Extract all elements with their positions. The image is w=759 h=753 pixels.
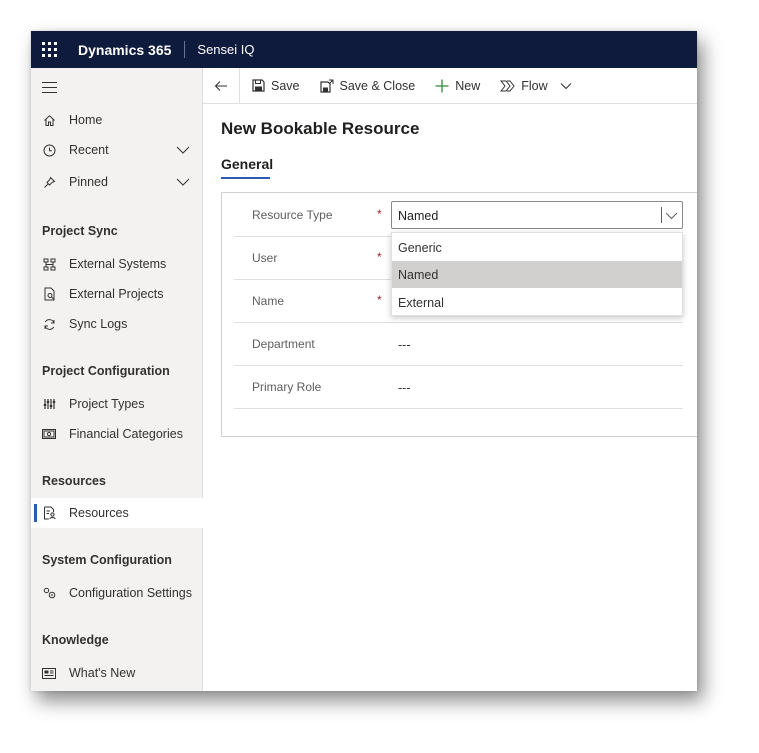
required-indicator: *	[377, 250, 382, 264]
plus-icon	[435, 79, 449, 93]
tab-general[interactable]: General	[221, 156, 273, 172]
clock-icon	[42, 143, 56, 157]
command-bar: Save Save & Close New Flow	[203, 67, 697, 104]
sidebar-item-configuration-settings[interactable]: Configuration Settings	[31, 578, 203, 608]
sidebar-item-pinned[interactable]: Pinned	[31, 167, 203, 197]
news-icon	[42, 666, 56, 680]
chevron-down-icon[interactable]	[176, 144, 190, 158]
page-title: New Bookable Resource	[221, 119, 420, 138]
sync-icon	[42, 317, 56, 331]
save-close-label: Save & Close	[339, 78, 416, 93]
sidebar-item-label: External Projects	[69, 287, 164, 301]
save-icon	[252, 79, 265, 92]
sidebar-item-label: Project Types	[69, 397, 145, 411]
option-label: Named	[398, 268, 439, 282]
back-button[interactable]	[203, 68, 239, 104]
sliders-icon	[42, 397, 56, 411]
hierarchy-icon	[42, 257, 56, 271]
home-icon	[42, 113, 56, 127]
sidebar-item-whats-new[interactable]: What's New	[31, 658, 203, 688]
sidebar-item-sync-logs[interactable]: Sync Logs	[31, 309, 203, 339]
field-primary-role: Primary Role ---	[234, 367, 683, 409]
sidebar-item-external-projects[interactable]: External Projects	[31, 279, 203, 309]
environment-name[interactable]: Sensei IQ	[197, 42, 254, 57]
sidebar-item-label: Pinned	[69, 175, 108, 189]
field-label: Resource Type	[252, 208, 333, 222]
new-button[interactable]: New	[435, 68, 480, 104]
flow-button[interactable]: Flow	[500, 68, 572, 104]
save-close-button[interactable]: Save & Close	[319, 68, 416, 104]
command-separator	[239, 67, 240, 104]
option-label: Generic	[398, 241, 442, 255]
section-title-resources: Resources	[42, 474, 106, 488]
header-divider	[184, 41, 186, 58]
resource-type-dropdown: Generic Named External	[391, 232, 683, 316]
field-label: User	[252, 251, 278, 265]
option-external[interactable]: External	[392, 289, 682, 316]
sidebar: Home Recent Pinned Project Sync External…	[31, 68, 203, 691]
save-button[interactable]: Save	[252, 68, 300, 104]
sidebar-item-recent[interactable]: Recent	[31, 135, 203, 165]
flow-icon	[500, 80, 515, 92]
sidebar-item-label: Recent	[69, 143, 109, 157]
primary-role-value[interactable]: ---	[398, 381, 411, 395]
new-label: New	[455, 78, 481, 93]
pin-icon	[42, 175, 56, 189]
sidebar-item-label: External Systems	[69, 257, 167, 271]
sidebar-item-label: Sync Logs	[69, 317, 128, 331]
app-launcher-icon[interactable]	[31, 31, 68, 68]
sidebar-item-external-systems[interactable]: External Systems	[31, 249, 203, 279]
option-label: External	[398, 296, 444, 310]
option-named[interactable]: Named	[392, 261, 682, 288]
sidebar-item-label: Financial Categories	[69, 427, 183, 441]
sidebar-item-financial-categories[interactable]: Financial Categories	[31, 419, 203, 449]
money-icon	[42, 427, 56, 441]
sidebar-item-home[interactable]: Home	[31, 105, 203, 135]
sidebar-item-label: Resources	[69, 506, 129, 520]
required-indicator: *	[377, 293, 382, 307]
app-name[interactable]: Dynamics 365	[78, 42, 171, 58]
select-separator	[661, 207, 662, 223]
section-title-knowledge: Knowledge	[42, 633, 109, 647]
sidebar-item-label: Configuration Settings	[69, 586, 192, 600]
chevron-down-icon[interactable]	[665, 209, 678, 224]
top-bar: Dynamics 365 Sensei IQ	[31, 31, 697, 68]
section-title-system-configuration: System Configuration	[42, 553, 172, 567]
department-value[interactable]: ---	[398, 338, 411, 352]
tab-underline	[221, 177, 270, 179]
sidebar-item-project-types[interactable]: Project Types	[31, 389, 203, 419]
section-title-project-sync: Project Sync	[42, 224, 118, 238]
back-arrow-icon	[214, 80, 227, 91]
resource-type-select[interactable]: Named	[391, 201, 683, 229]
field-label: Department	[252, 337, 315, 351]
sidebar-item-label: Home	[69, 113, 103, 127]
hamburger-icon[interactable]	[42, 82, 57, 97]
field-label: Primary Role	[252, 380, 322, 394]
field-department: Department ---	[234, 324, 683, 366]
settings-icon	[42, 586, 56, 600]
chevron-down-icon[interactable]	[560, 82, 572, 90]
save-label: Save	[271, 78, 300, 93]
document-search-icon	[42, 287, 56, 301]
chevron-down-icon[interactable]	[176, 176, 190, 190]
sidebar-item-resources[interactable]: Resources	[31, 498, 203, 528]
required-indicator: *	[377, 207, 382, 221]
resource-icon	[42, 506, 56, 520]
field-label: Name	[252, 294, 285, 308]
app-window: Dynamics 365 Sensei IQ Home Recent Pinne	[31, 31, 697, 691]
flow-label: Flow	[521, 78, 548, 93]
option-generic[interactable]: Generic	[392, 234, 682, 261]
section-title-project-configuration: Project Configuration	[42, 364, 170, 378]
sidebar-item-label: What's New	[69, 666, 136, 680]
save-close-icon	[319, 79, 334, 93]
resource-type-value: Named	[398, 209, 439, 223]
